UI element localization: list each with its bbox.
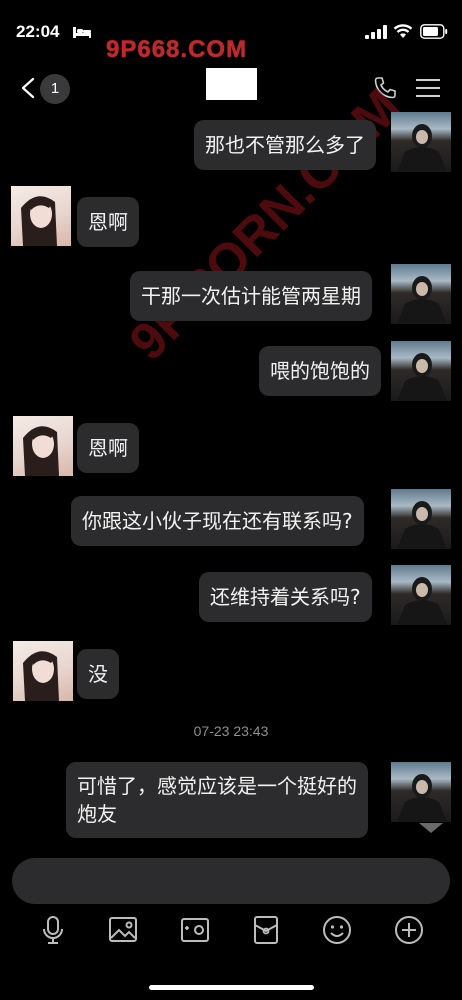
message-text-line1: 可惜了，感觉应该是一个挺好的 (77, 774, 357, 798)
my-avatar[interactable] (391, 112, 451, 172)
message-bubble[interactable]: 干那一次估计能管两星期 (130, 271, 372, 321)
message-bubble[interactable]: 还维持着关系吗? (199, 572, 372, 622)
watermark-top: 9P668.COM (106, 36, 248, 63)
message-text: 喂的饱饱的 (270, 359, 370, 383)
message-text: 干那一次估计能管两星期 (141, 284, 361, 308)
my-avatar[interactable] (391, 489, 451, 549)
message-bubble[interactable]: 没 (77, 649, 119, 699)
message-text: 没 (88, 662, 108, 686)
battery-icon (420, 24, 448, 39)
my-avatar[interactable] (391, 762, 451, 822)
message-bubble[interactable]: 恩啊 (77, 197, 139, 247)
red-packet-icon[interactable] (251, 915, 281, 945)
contact-avatar[interactable] (11, 186, 71, 246)
image-icon[interactable] (108, 915, 138, 945)
cellular-signal-icon (365, 25, 387, 39)
menu-icon[interactable] (416, 78, 440, 98)
message-text: 那也不管那么多了 (205, 133, 365, 157)
home-indicator (149, 985, 314, 990)
contact-avatar[interactable] (13, 416, 73, 476)
message-input[interactable] (12, 858, 450, 904)
message-bubble[interactable]: 喂的饱饱的 (259, 346, 381, 396)
microphone-icon[interactable] (38, 915, 68, 945)
my-avatar[interactable] (391, 341, 451, 401)
my-avatar[interactable] (391, 565, 451, 625)
contact-avatar[interactable] (13, 641, 73, 701)
message-bubble[interactable]: 恩啊 (77, 423, 139, 473)
unread-count-badge[interactable]: 1 (40, 74, 70, 104)
plus-icon[interactable] (394, 915, 424, 945)
back-chevron-icon[interactable] (20, 77, 36, 99)
emoji-icon[interactable] (322, 915, 352, 945)
message-bubble[interactable]: 你跟这小伙子现在还有联系吗? (71, 496, 364, 546)
message-text: 你跟这小伙子现在还有联系吗? (82, 509, 353, 533)
message-text: 恩啊 (88, 210, 128, 234)
message-bubble[interactable]: 那也不管那么多了 (194, 120, 376, 170)
camera-icon[interactable] (180, 915, 210, 945)
message-timestamp: 07-23 23:43 (193, 723, 269, 739)
contact-name-redacted (206, 68, 257, 100)
status-time: 22:04 (16, 22, 60, 41)
message-text: 还维持着关系吗? (210, 585, 361, 609)
sleep-mode-icon (73, 27, 91, 38)
message-text-line2: 炮友 (77, 802, 117, 826)
wifi-icon (393, 24, 413, 38)
scroll-to-bottom-icon[interactable] (418, 822, 444, 834)
message-text: 恩啊 (88, 436, 128, 460)
my-avatar[interactable] (391, 264, 451, 324)
status-bar: 22:04 9P668.COM (0, 0, 462, 63)
message-bubble[interactable]: 可惜了，感觉应该是一个挺好的 炮友 (66, 762, 368, 838)
